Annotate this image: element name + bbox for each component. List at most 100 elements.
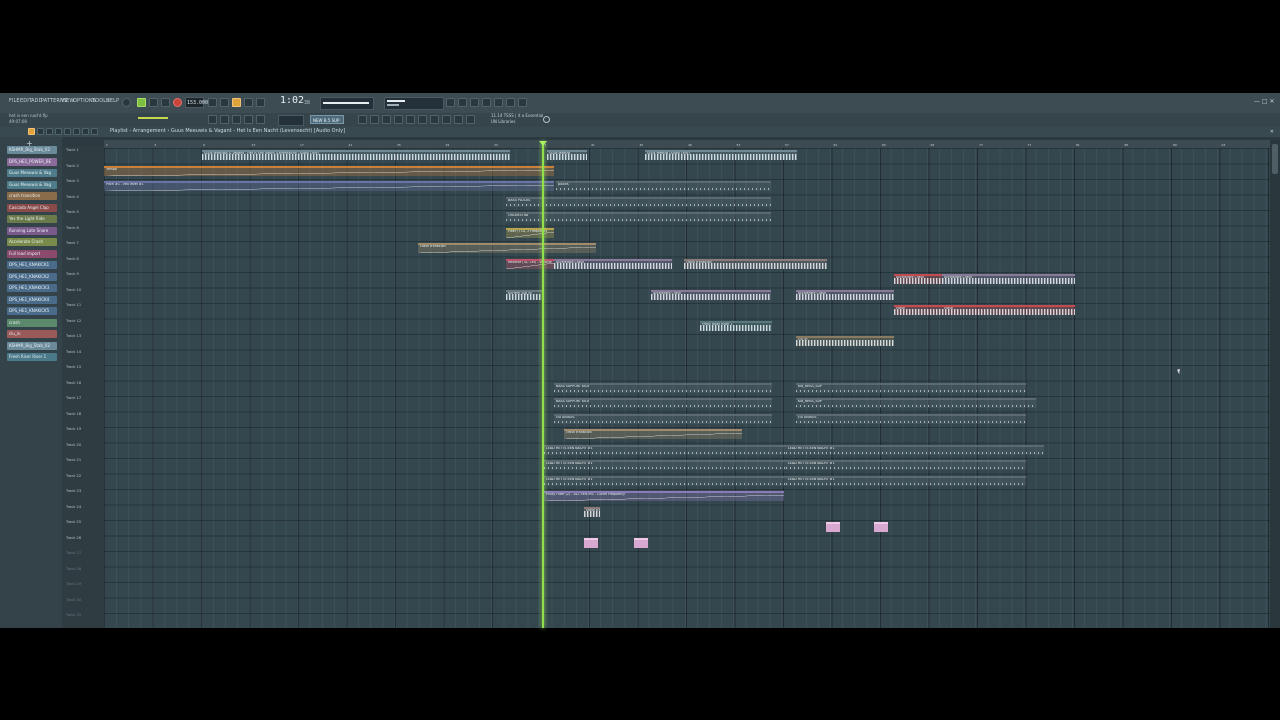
record-button[interactable] bbox=[173, 98, 182, 107]
playlist-clip[interactable]: clu UNIXOS bbox=[554, 413, 772, 424]
grid-icon[interactable] bbox=[358, 115, 367, 124]
playlist-clip[interactable]: Accelerate Crash bbox=[651, 289, 771, 300]
channel-button[interactable]: crash bbox=[7, 318, 57, 327]
track-label[interactable]: Track 29 bbox=[66, 582, 81, 586]
tempo-display[interactable]: 153.000 bbox=[185, 97, 208, 108]
track-label[interactable]: Track 16 bbox=[66, 381, 81, 385]
mute-tool-icon[interactable] bbox=[418, 115, 427, 124]
playlist-clip[interactable]: KSHMR_Big_St bbox=[506, 289, 544, 300]
pattern-clip-small[interactable] bbox=[826, 522, 840, 532]
zoom-clip-icon[interactable] bbox=[82, 128, 89, 135]
playlist-clip[interactable]: crash bbox=[894, 305, 942, 315]
channel-button[interactable]: DPS_HE1_POWER_BE bbox=[7, 157, 57, 166]
step-edit-button[interactable] bbox=[256, 98, 265, 107]
select-clip-icon[interactable] bbox=[73, 128, 80, 135]
track-label[interactable]: Track 18 bbox=[66, 412, 81, 416]
master-pitch-slider[interactable] bbox=[138, 117, 168, 119]
channel-button[interactable]: DPS_HE1_KNAKICK4 bbox=[7, 295, 57, 304]
track-label[interactable]: Track 2 bbox=[66, 164, 79, 168]
pattern-clip-small[interactable] bbox=[874, 522, 888, 532]
track-label[interactable]: Track 7 bbox=[66, 241, 79, 245]
track-label[interactable]: Track 28 bbox=[66, 567, 81, 571]
track-label[interactable]: Track 11 bbox=[66, 303, 81, 307]
playlist-clip[interactable]: crash transition bbox=[684, 258, 827, 269]
playlist-clip[interactable]: Fruity Filter (2) - ALL SYNTHS - Cutoff … bbox=[544, 491, 784, 501]
track-label[interactable]: Track 20 bbox=[66, 443, 81, 447]
track-label[interactable]: Track 1 bbox=[66, 148, 79, 152]
track-label[interactable]: Track 5 bbox=[66, 210, 79, 214]
slip-tool-icon[interactable] bbox=[430, 115, 439, 124]
playlist-clip[interactable]: crash bbox=[942, 305, 1075, 315]
channel-button[interactable]: Guus Meeuwis & Vag bbox=[7, 180, 57, 189]
playlist-clip[interactable]: BASS SUPPORT KICK bbox=[554, 382, 772, 393]
channel-button[interactable]: Running Late Snare bbox=[7, 226, 57, 235]
playlist-icon[interactable] bbox=[518, 98, 527, 107]
track-label[interactable]: Track 10 bbox=[66, 288, 81, 292]
channel-button[interactable]: clu_in bbox=[7, 330, 57, 338]
zoom-icon[interactable] bbox=[394, 115, 403, 124]
playlist-clip[interactable]: crash transition bbox=[584, 506, 600, 517]
brush-tool-icon[interactable] bbox=[37, 128, 44, 135]
channel-button[interactable]: DPS_HE1_KNAKICK3 bbox=[7, 284, 57, 292]
track-label[interactable]: Track 31 bbox=[66, 613, 81, 617]
track-label[interactable]: Track 23 bbox=[66, 489, 81, 493]
track-label[interactable]: Track 8 bbox=[66, 257, 79, 261]
playhead-marker[interactable] bbox=[539, 141, 547, 146]
playlist-clip[interactable]: Accelerate Crash bbox=[942, 274, 1075, 284]
track-label[interactable]: Track 27 bbox=[66, 551, 81, 555]
playlist-clip[interactable]: Guus Meeuw bbox=[547, 150, 587, 160]
playlist-clip[interactable]: LEAD HET IS EEN NACHT #1 bbox=[544, 444, 786, 455]
track-label[interactable]: Track 6 bbox=[66, 226, 79, 230]
playhead[interactable] bbox=[542, 141, 544, 628]
slice-tool-icon[interactable] bbox=[244, 115, 253, 124]
track-label[interactable]: Track 13 bbox=[66, 334, 81, 338]
channel-button[interactable]: Guus Meeuwis & Vag bbox=[7, 169, 57, 177]
menu-file[interactable]: FILE bbox=[9, 98, 20, 104]
mute-clip-icon[interactable] bbox=[55, 128, 62, 135]
link-icon[interactable] bbox=[406, 115, 415, 124]
playlist-clip[interactable]: Accelerate Crash bbox=[554, 258, 672, 269]
playlist-clip[interactable]: Guus Meeuwis & Vagant - Het Is Een Nacht… bbox=[202, 150, 510, 160]
channel-button[interactable]: Cascada Angel Clap bbox=[7, 203, 57, 212]
arrangement-grid[interactable]: Guus Meeuwis & Vagant - Het Is Een Nacht… bbox=[104, 148, 1270, 628]
piano-roll-icon[interactable] bbox=[470, 98, 479, 107]
playlist-clip[interactable]: Guus Meeuw (Audio Only) bbox=[645, 150, 797, 160]
playlist-clip[interactable]: Pitch #1 - Mix level #1 bbox=[104, 181, 554, 191]
playlist-clip[interactable]: Filter (TTD, 2 Frequency bbox=[506, 227, 554, 238]
channel-button[interactable]: KSHMR_Big_Stab_02 bbox=[7, 146, 57, 154]
track-label[interactable]: Track 12 bbox=[66, 319, 81, 323]
track-label[interactable]: Track 22 bbox=[66, 474, 81, 478]
channel-button[interactable]: DPS_HE1_KNAKICK2 bbox=[7, 272, 57, 281]
snap-selector[interactable]: NEW B.5 SUP bbox=[310, 115, 344, 124]
channel-button[interactable]: Fresh Riser Riser 1 bbox=[7, 353, 57, 361]
pencil-tool-icon[interactable] bbox=[28, 128, 35, 135]
track-label[interactable]: Track 26 bbox=[66, 536, 81, 540]
menu-help[interactable]: HELP bbox=[106, 98, 119, 104]
select-tool-icon[interactable] bbox=[256, 115, 265, 124]
pat-song-toggle[interactable] bbox=[122, 98, 131, 107]
track-label[interactable]: Track 24 bbox=[66, 505, 81, 509]
channel-button[interactable]: KSHMR_Big_Stab_02 bbox=[7, 341, 57, 350]
channel-rack-icon[interactable] bbox=[506, 98, 515, 107]
track-label[interactable]: Track 15 bbox=[66, 365, 81, 369]
magnet-icon[interactable] bbox=[382, 115, 391, 124]
plugin-picker-icon[interactable] bbox=[494, 98, 503, 107]
playlist-clip[interactable]: LEAD HET IS EEN NACHT #1 bbox=[786, 444, 1044, 455]
metronome-button[interactable] bbox=[208, 98, 217, 107]
playlist-clip[interactable]: LEAD HET IS EEN NACHT #1 bbox=[786, 460, 1026, 470]
playlist-clip[interactable]: Reverse (3L, CM) - Volume bbox=[506, 258, 554, 269]
playlist-clip[interactable]: crash transition bbox=[418, 243, 596, 253]
playlist-clip[interactable]: LEAD HET IS EEN NACHT #1 bbox=[544, 475, 786, 486]
countdown-button[interactable] bbox=[232, 98, 241, 107]
track-label[interactable]: Track 21 bbox=[66, 458, 81, 462]
channel-button[interactable]: DPS_HE1_KNAKICK1 bbox=[7, 261, 57, 269]
playlist-clip[interactable]: plucks bbox=[556, 181, 771, 191]
vertical-scrollbar[interactable] bbox=[1270, 140, 1280, 628]
playlist-clip[interactable]: ORCHESTRA bbox=[506, 212, 771, 222]
layout-icon[interactable] bbox=[370, 115, 379, 124]
loop-record-button[interactable] bbox=[244, 98, 253, 107]
pattern-selector[interactable] bbox=[278, 115, 304, 126]
channel-button[interactable]: Full lead import bbox=[7, 249, 57, 258]
pattern-clip-small[interactable] bbox=[634, 537, 648, 548]
playlist-clip[interactable]: BASS PLUCKS bbox=[506, 196, 771, 207]
